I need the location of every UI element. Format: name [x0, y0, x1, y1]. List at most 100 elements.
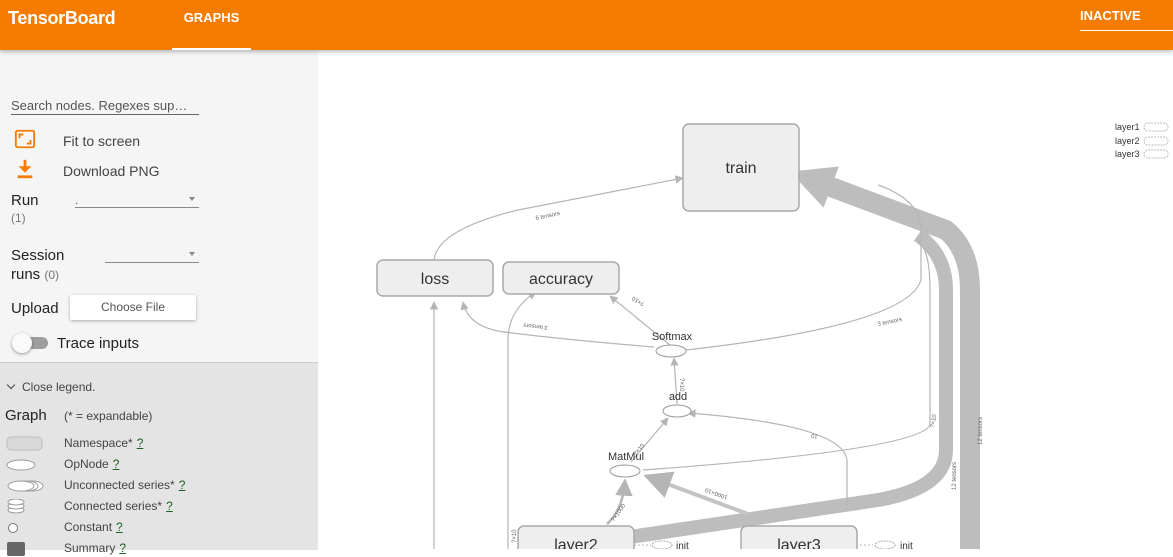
node-loss[interactable]: loss [376, 259, 494, 297]
edge-label-softmax-accuracy: ?×10 [631, 294, 646, 306]
node-layer3[interactable]: layer3 [740, 525, 858, 549]
node-loss-label: loss [421, 271, 449, 288]
session-runs-select[interactable] [105, 248, 199, 263]
node-softmax-label: Softmax [652, 331, 693, 343]
opnode-icon [6, 459, 36, 471]
legend-panel: Close legend. Graph (* = expandable) Nam… [0, 362, 318, 556]
session-runs-label: Session runs (0) [11, 246, 64, 285]
fit-screen-icon [14, 129, 36, 149]
summary-icon [7, 542, 25, 556]
chevron-down-icon [189, 252, 195, 256]
chevron-down-icon [6, 380, 16, 390]
node-init-layer2-label: init [676, 541, 689, 549]
legend-opnode-label: OpNode [64, 457, 109, 471]
minimap-series: layer1 layer2 layer3 [1115, 122, 1169, 159]
legend-summary: Summary? [0, 539, 318, 557]
edge-matmul-train [642, 239, 931, 471]
choose-file-button[interactable]: Choose File [70, 295, 196, 320]
chevron-down-icon [189, 197, 195, 201]
edge-layer2-matmul-thick [643, 471, 749, 516]
node-init-layer3[interactable]: init [874, 540, 913, 549]
legend-namespace-label: Namespace* [64, 436, 133, 450]
inactive-dropdown[interactable]: INACTIVE [1080, 8, 1173, 31]
top-app-bar: TensorBoard GRAPHS INACTIVE [0, 0, 1173, 50]
graph-canvas[interactable]: 6 tensors 3 tensors 3 tensors ?×10 ?×10 … [318, 50, 1173, 549]
legend-unconnected-series: Unconnected series*? [0, 476, 318, 494]
minimap-layer1-shape [1143, 122, 1169, 132]
node-train-label: train [725, 160, 756, 177]
help-link[interactable]: ? [113, 457, 120, 471]
legend-connected-series: Connected series*? [0, 497, 318, 515]
close-legend-label: Close legend. [22, 380, 96, 394]
namespace-icon [6, 436, 43, 451]
node-add-label: add [669, 391, 687, 403]
node-layer3-label: layer3 [777, 537, 821, 549]
node-softmax[interactable]: Softmax [652, 331, 693, 358]
graph-svg[interactable]: 6 tensors 3 tensors 3 tensors ?×10 ?×10 … [318, 50, 1173, 549]
trace-inputs-toggle[interactable] [12, 333, 48, 353]
run-select-value: . [75, 193, 79, 207]
run-select[interactable]: . [75, 193, 199, 208]
node-matmul-label: MatMul [608, 451, 644, 463]
node-init-layer3-label: init [900, 541, 913, 549]
legend-constant: Constant? [0, 518, 318, 536]
edge-label-softmax-train: 3 tensors [877, 317, 902, 328]
download-png-label: Download PNG [63, 163, 160, 179]
edge-label-12-tensors-b: 12 tensors [978, 417, 984, 445]
help-link[interactable]: ? [166, 499, 173, 513]
node-matmul[interactable]: MatMul [608, 451, 644, 478]
search-nodes-input[interactable] [11, 96, 199, 115]
run-count: (1) [11, 211, 26, 225]
edge-layer2-train-thick [628, 229, 953, 544]
session-label-line1: Session [11, 247, 65, 264]
close-legend-button[interactable]: Close legend. [6, 380, 96, 394]
minimap-layer3-shape [1143, 149, 1169, 159]
help-link[interactable]: ? [179, 478, 186, 492]
legend-opnode: OpNode? [0, 455, 318, 473]
minimap-layer2-shape [1143, 136, 1169, 146]
tab-graphs-label: GRAPHS [183, 10, 240, 25]
legend-constant-label: Constant [64, 520, 113, 534]
upload-label: Upload [11, 300, 59, 317]
minimap-layer1: layer1 [1115, 122, 1140, 132]
node-train[interactable]: train [682, 123, 800, 212]
edge-label-12-tensors-a: 12 tensors [952, 462, 958, 490]
legend-expandable-note: (* = expandable) [64, 409, 153, 423]
legend-summary-label: Summary [64, 541, 116, 555]
connected-series-icon [7, 499, 25, 514]
edge-label-softmax-loss: 3 tensors [523, 321, 548, 330]
legend-graph-title: Graph [5, 407, 47, 424]
edge-label-train-side: ?×10 [930, 413, 938, 428]
run-label-text: Run [11, 192, 39, 209]
legend-unconnected-label: Unconnected series* [64, 478, 175, 492]
node-init-layer2[interactable]: init [651, 540, 689, 549]
toggle-knob [12, 333, 32, 353]
node-layer2[interactable]: layer2 [517, 525, 635, 549]
node-layer2-label: layer2 [554, 537, 598, 549]
node-accuracy[interactable]: accuracy [502, 261, 620, 295]
fit-to-screen-button[interactable]: Fit to screen [11, 128, 171, 152]
unconnected-series-icon [7, 480, 44, 492]
legend-connected-label: Connected series* [64, 499, 163, 513]
edge-loss-train [433, 175, 684, 262]
node-accuracy-label: accuracy [529, 271, 593, 288]
session-count: (0) [44, 268, 60, 282]
help-link[interactable]: ? [116, 520, 123, 534]
edge-to-accuracy [507, 291, 537, 549]
constant-icon [8, 523, 18, 533]
minimap-layer2: layer2 [1115, 136, 1140, 146]
download-png-button[interactable]: Download PNG [11, 158, 171, 182]
minimap-layer3: layer3 [1115, 149, 1140, 159]
edge-label-accuracy-left: ?×10 [512, 529, 518, 543]
sidebar: Fit to screen Download PNG Run (1) . Ses… [0, 50, 318, 556]
tab-active-indicator [172, 48, 251, 50]
help-link[interactable]: ? [137, 436, 144, 450]
tab-graphs[interactable]: GRAPHS [172, 0, 251, 50]
trace-inputs-label: Trace inputs [57, 335, 139, 352]
run-label: Run (1) [11, 192, 39, 226]
fit-to-screen-label: Fit to screen [63, 133, 141, 149]
session-label-line2: runs [11, 266, 41, 283]
edge-label-loss-train: 6 tensors [535, 211, 560, 222]
app-title: TensorBoard [8, 8, 116, 28]
help-link[interactable]: ? [119, 541, 126, 555]
